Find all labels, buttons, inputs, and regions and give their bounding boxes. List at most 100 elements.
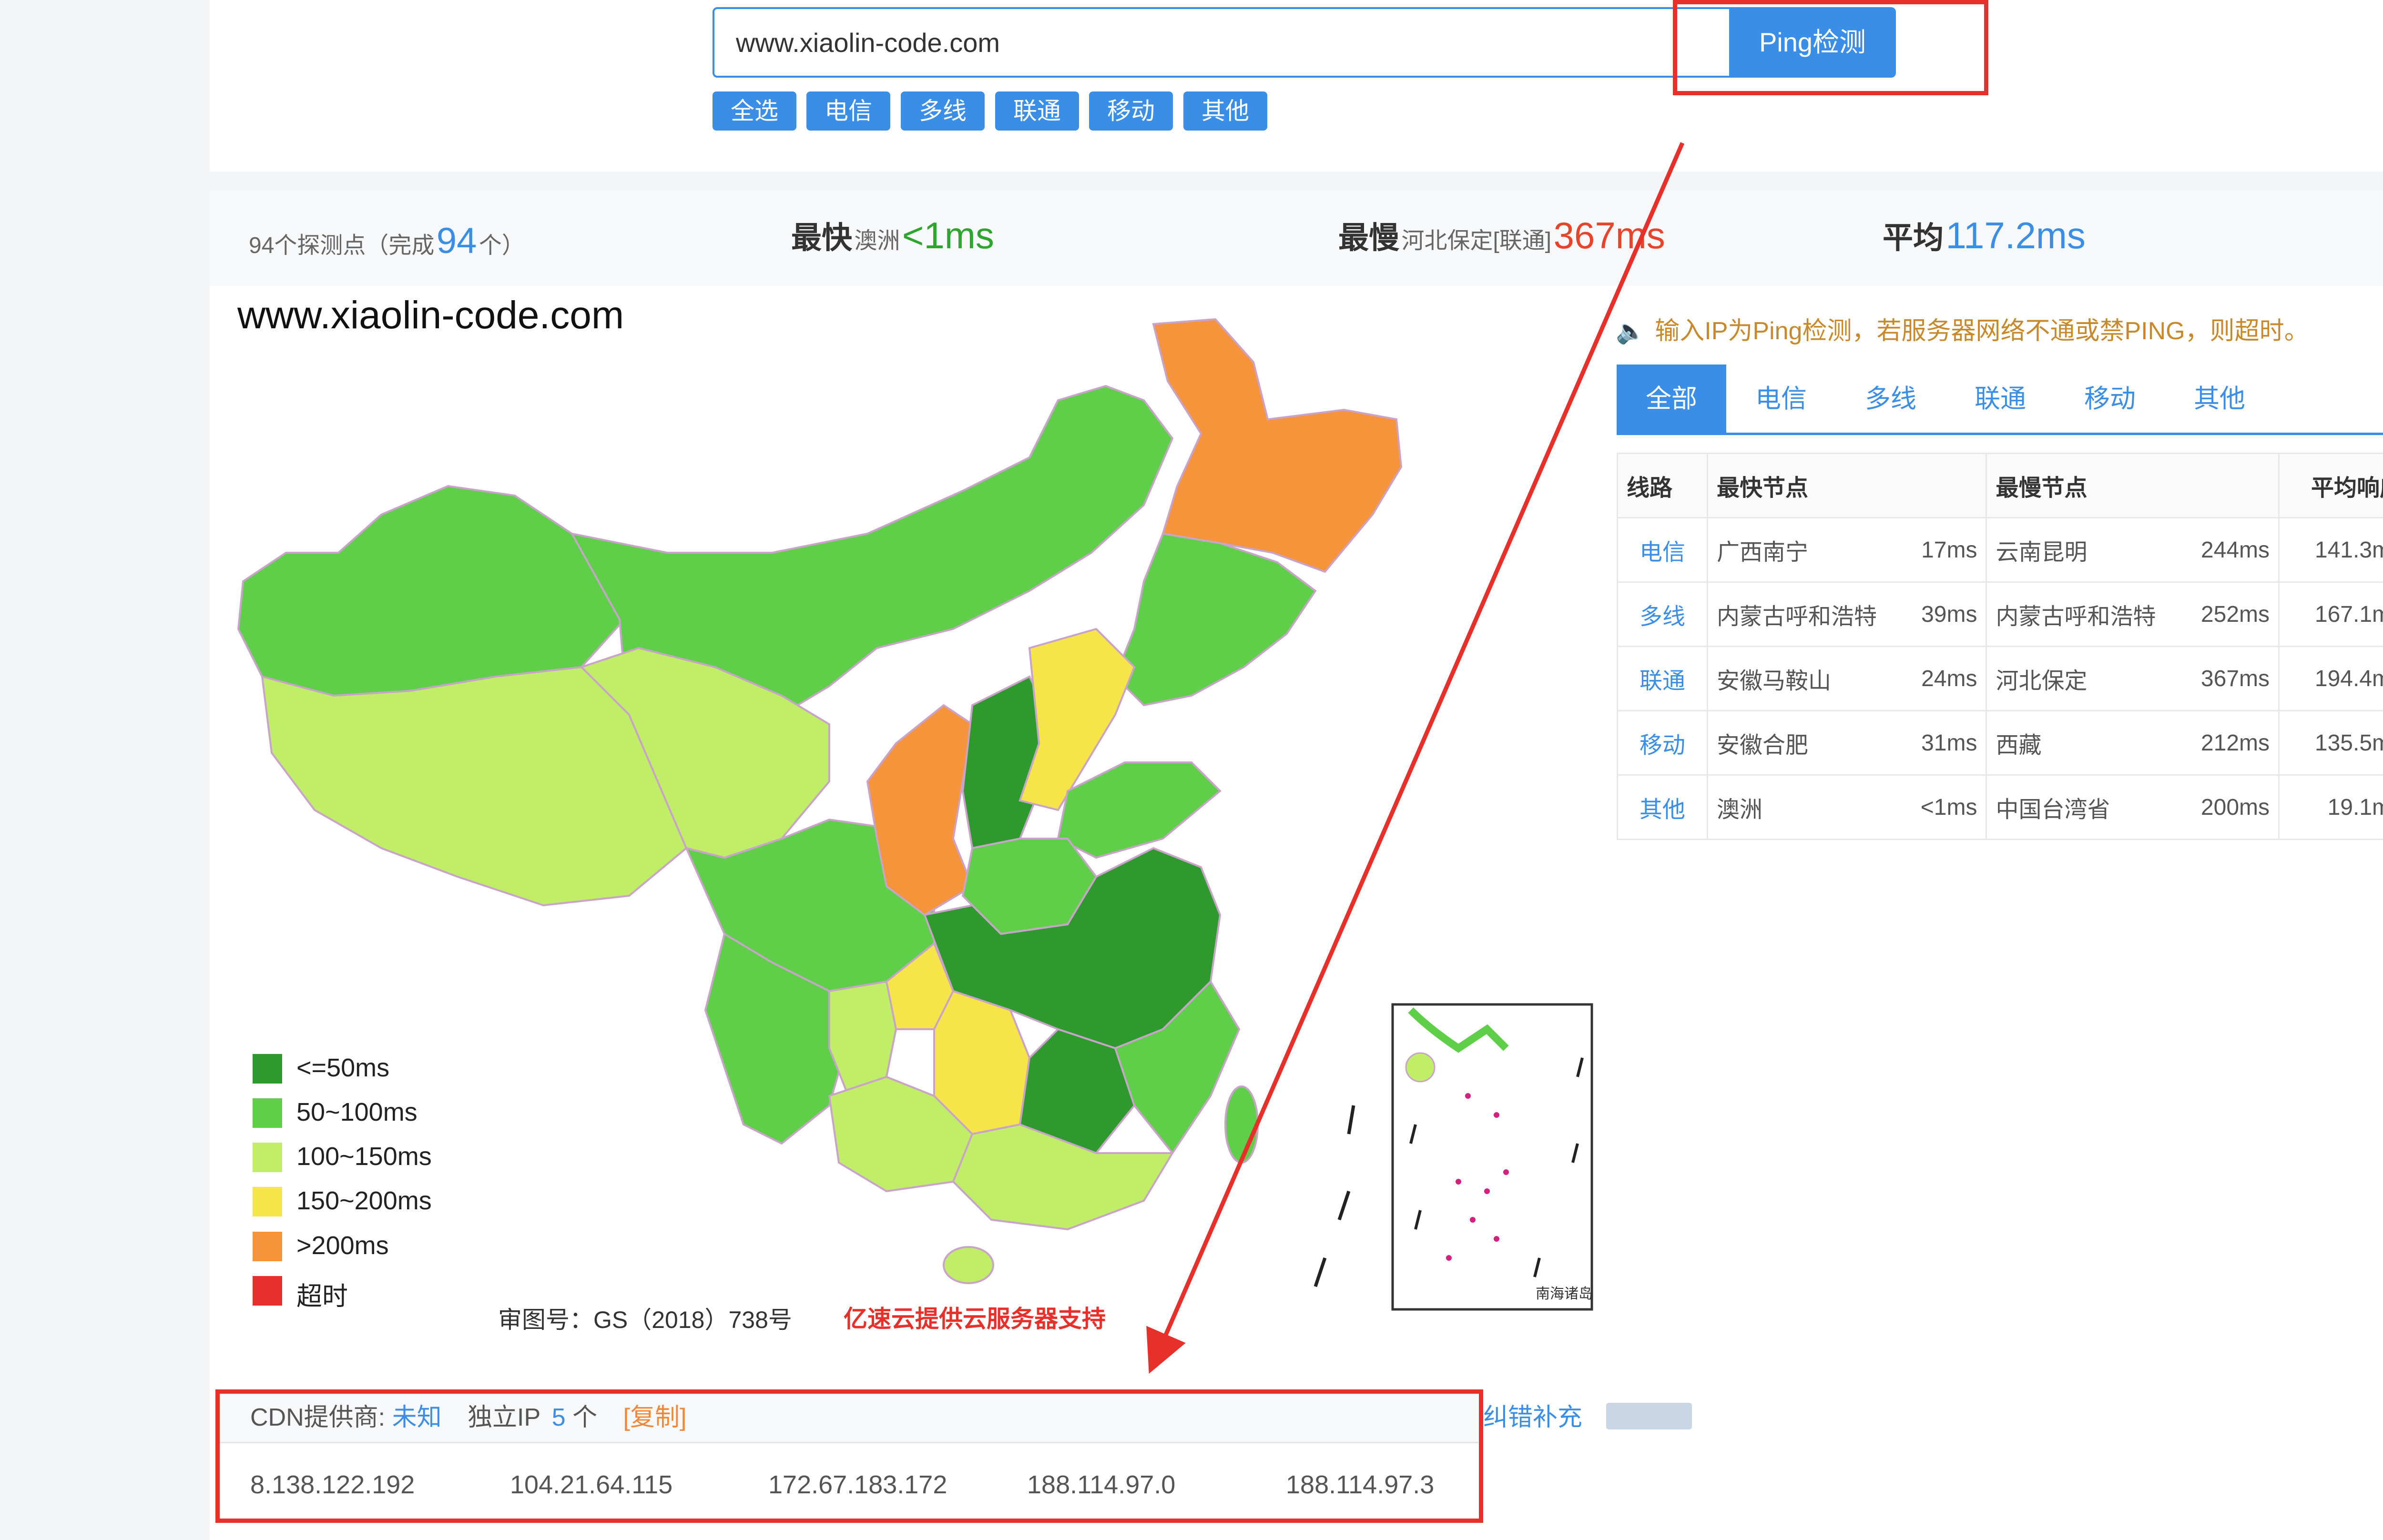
row-line[interactable]: 多线	[1617, 581, 1708, 647]
table-row: 电信 广西南宁 17ms 云南昆明 244ms 141.3ms	[1617, 517, 2383, 583]
probe-count: 94个探测点（完成 94 个）	[249, 220, 525, 262]
legend-label-timeout: 超时	[296, 1282, 348, 1311]
speaker-icon: 🔈	[1616, 318, 1646, 344]
row-slow-node: 云南昆明	[1986, 517, 2183, 583]
filter-unicom-button[interactable]: 联通	[995, 91, 1079, 131]
fastest-stat: 最快 澳洲 <1ms	[791, 213, 994, 257]
region-hainan	[943, 1246, 994, 1284]
table-header-row: 线路 最快节点 最慢节点 平均响应	[1617, 453, 2383, 518]
filter-all-button[interactable]: 全选	[713, 91, 796, 131]
tab-telecom[interactable]: 电信	[1726, 365, 1836, 434]
row-fast-ms: <1ms	[1904, 774, 1987, 840]
row-fast-node: 安徽合肥	[1707, 710, 1904, 776]
row-slow-node: 内蒙古呼和浩特	[1986, 581, 2183, 647]
map-sponsor: 亿速云提供云服务器支持	[844, 1306, 1106, 1332]
legend-swatch-over	[253, 1232, 282, 1261]
map-review-number: 审图号：GS（2018）738号	[498, 1307, 792, 1333]
tab-all[interactable]: 全部	[1617, 365, 1726, 434]
region-shandong	[1057, 761, 1222, 859]
row-slow-node: 河北保定	[1986, 646, 2183, 711]
filter-other-button[interactable]: 其他	[1183, 91, 1267, 131]
table-row: 移动 安徽合肥 31ms 西藏 212ms 135.5ms	[1617, 710, 2383, 776]
legend-label-50: <=50ms	[296, 1054, 390, 1082]
fastest-location: 澳洲	[854, 228, 900, 253]
filter-multiline-button[interactable]: 多线	[901, 91, 985, 131]
row-fast-ms: 17ms	[1904, 517, 1987, 583]
legend-label-150: 100~150ms	[296, 1142, 432, 1171]
tab-multiline[interactable]: 多线	[1836, 365, 1945, 434]
row-slow-ms: 200ms	[2183, 774, 2280, 840]
feedback-link[interactable]: 纠错补充	[1483, 1397, 1582, 1433]
tab-underline	[1617, 433, 2383, 435]
inset-label: 南海诸岛	[1536, 1286, 1593, 1302]
row-fast-node: 广西南宁	[1707, 517, 1904, 583]
row-fast-node: 内蒙古呼和浩特	[1707, 581, 1904, 647]
table-row: 其他 澳洲 <1ms 中国台湾省 200ms 19.1ms	[1617, 774, 2383, 840]
tab-mobile[interactable]: 移动	[2055, 365, 2165, 434]
row-slow-ms: 252ms	[2183, 581, 2280, 647]
average-label: 平均	[1883, 221, 1944, 255]
slowest-stat: 最慢 河北保定[联通] 367ms	[1338, 213, 1665, 257]
row-average: 194.4ms	[2278, 646, 2383, 711]
ping-button-highlight	[1673, 0, 1988, 95]
row-average: 167.1ms	[2278, 581, 2383, 647]
filter-mobile-button[interactable]: 移动	[1089, 91, 1173, 131]
cdn-highlight	[215, 1389, 1483, 1523]
legend-label-over: >200ms	[296, 1231, 389, 1260]
header-line: 线路	[1617, 453, 1708, 518]
row-slow-node: 西藏	[1986, 710, 2183, 776]
row-line[interactable]: 电信	[1617, 517, 1708, 583]
ping-tip: 🔈 输入IP为Ping检测，若服务器网络不通或禁PING，则超时。	[1616, 311, 2309, 346]
probe-count-label: 94个探测点（完成	[249, 233, 435, 258]
row-fast-ms: 24ms	[1904, 646, 1987, 711]
row-slow-ms: 212ms	[2183, 710, 2280, 776]
south-sea-inset	[1391, 1003, 1593, 1311]
average-stat: 平均 117.2ms	[1883, 213, 2086, 257]
legend-swatch-150	[253, 1143, 282, 1172]
row-fast-node: 安徽马鞍山	[1707, 646, 1904, 711]
fastest-label: 最快	[791, 221, 852, 255]
row-average: 141.3ms	[2278, 517, 2383, 583]
legend-swatch-timeout	[253, 1276, 282, 1306]
row-slow-node: 中国台湾省	[1986, 774, 2183, 840]
probe-count-suffix: 个）	[479, 233, 525, 258]
header-slowest: 最慢节点	[1986, 453, 2280, 518]
route-table: 线路 最快节点 最慢节点 平均响应 电信 广西南宁 17ms 云南昆明 244m…	[1617, 453, 2383, 840]
row-slow-ms: 367ms	[2183, 646, 2280, 711]
tab-other[interactable]: 其他	[2165, 365, 2274, 434]
row-line[interactable]: 移动	[1617, 710, 1708, 776]
row-fast-node: 澳洲	[1707, 774, 1904, 840]
region-guangdong	[952, 1123, 1174, 1231]
header-average: 平均响应	[2278, 453, 2383, 518]
row-line[interactable]: 其他	[1617, 774, 1708, 840]
row-average: 135.5ms	[2278, 710, 2383, 776]
average-value: 117.2ms	[1945, 214, 2086, 256]
tab-unicom[interactable]: 联通	[1945, 365, 2055, 434]
row-fast-ms: 31ms	[1904, 710, 1987, 776]
fastest-value: <1ms	[902, 214, 994, 256]
slowest-location: 河北保定[联通]	[1401, 228, 1552, 253]
legend-swatch-200	[253, 1187, 282, 1216]
legend-swatch-50	[253, 1054, 282, 1084]
legend-label-100: 50~100ms	[296, 1098, 418, 1126]
region-xinjiang	[237, 485, 626, 697]
slowest-value: 367ms	[1553, 214, 1665, 256]
row-slow-ms: 244ms	[2183, 517, 2280, 583]
region-heilongjiang	[1152, 318, 1403, 573]
legend-swatch-100	[253, 1098, 282, 1128]
blurred-badge	[1606, 1403, 1692, 1429]
row-average: 19.1ms	[2278, 774, 2383, 840]
row-line[interactable]: 联通	[1617, 646, 1708, 711]
region-taiwan	[1224, 1085, 1259, 1164]
url-input[interactable]	[713, 7, 1790, 78]
ping-tip-text: 输入IP为Ping检测，若服务器网络不通或禁PING，则超时。	[1655, 317, 2309, 345]
header-fastest: 最快节点	[1706, 453, 1987, 518]
slowest-label: 最慢	[1338, 221, 1399, 255]
filter-telecom-button[interactable]: 电信	[806, 91, 890, 131]
table-row: 多线 内蒙古呼和浩特 39ms 内蒙古呼和浩特 252ms 167.1ms	[1617, 581, 2383, 647]
probe-count-done: 94	[436, 221, 477, 261]
table-row: 联通 安徽马鞍山 24ms 河北保定 367ms 194.4ms	[1617, 646, 2383, 711]
region-northeast	[1114, 532, 1317, 707]
legend-label-200: 150~200ms	[296, 1186, 432, 1215]
row-fast-ms: 39ms	[1904, 581, 1987, 647]
